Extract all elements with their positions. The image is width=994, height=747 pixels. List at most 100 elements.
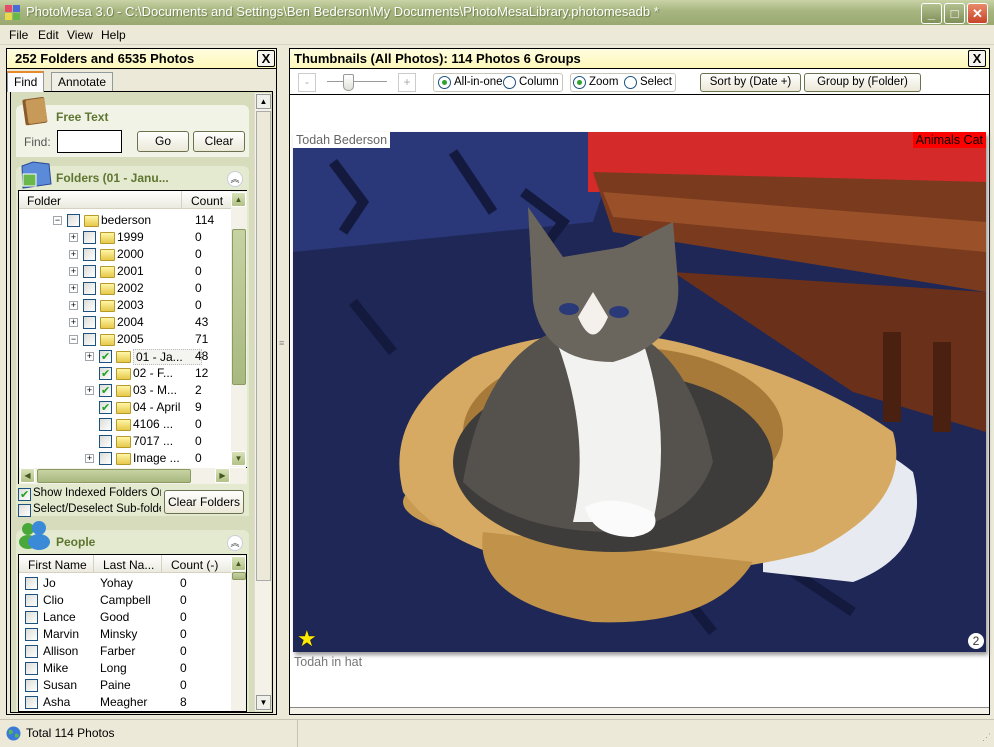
folder-checkbox[interactable] <box>83 248 96 261</box>
scroll-left-icon[interactable]: ◀ <box>20 468 35 483</box>
folder-checkbox[interactable] <box>99 367 112 380</box>
folder-checkbox[interactable] <box>99 435 112 448</box>
folder-row[interactable]: − bederson 114 <box>19 212 231 229</box>
tab-find[interactable]: Find <box>7 71 45 92</box>
folder-checkbox[interactable] <box>83 333 96 346</box>
folder-row[interactable]: 4106 ... 0 <box>19 416 231 433</box>
col-count[interactable]: Count <box>191 194 223 208</box>
expand-icon[interactable]: + <box>85 454 94 463</box>
star-icon[interactable]: ★ <box>297 626 317 652</box>
collapse-icon[interactable]: − <box>69 335 78 344</box>
zoom-slider[interactable] <box>327 81 387 84</box>
folder-row[interactable]: +2004 43 <box>19 314 231 331</box>
find-input[interactable] <box>57 130 122 153</box>
panel-splitter[interactable]: ≡ <box>278 48 288 715</box>
folder-row[interactable]: +2002 0 <box>19 280 231 297</box>
person-checkbox[interactable] <box>25 645 38 658</box>
person-row[interactable]: Jo Yohay 0 <box>19 575 231 592</box>
scroll-up-icon[interactable]: ▲ <box>231 556 246 571</box>
col-last-name[interactable]: Last Na... <box>103 558 154 572</box>
resize-grip-icon[interactable]: ⋰ <box>982 732 991 743</box>
folder-checkbox[interactable] <box>83 299 96 312</box>
person-row[interactable]: Marvin Minsky 0 <box>19 626 231 643</box>
clear-folders-button[interactable]: Clear Folders <box>164 490 244 514</box>
close-button[interactable]: ✕ <box>967 3 988 24</box>
person-row[interactable]: Asha Meagher 8 <box>19 694 231 711</box>
expand-icon[interactable]: + <box>69 233 78 242</box>
folder-checkbox[interactable] <box>83 265 96 278</box>
folder-row[interactable]: +2003 0 <box>19 297 231 314</box>
people-scrollbar[interactable]: ▲ <box>231 555 246 711</box>
all-in-one-label[interactable]: All-in-one <box>454 76 503 88</box>
go-button[interactable]: Go <box>137 131 189 152</box>
scroll-thumb[interactable] <box>232 229 246 385</box>
expand-icon[interactable]: + <box>85 386 94 395</box>
expand-icon[interactable]: + <box>69 318 78 327</box>
person-checkbox[interactable] <box>25 662 38 675</box>
folder-row[interactable]: +1999 0 <box>19 229 231 246</box>
collapse-folders-icon[interactable]: ︽ <box>227 171 243 187</box>
folder-tree-vscrollbar[interactable]: ▲ ▼ <box>231 191 247 467</box>
expand-icon[interactable]: + <box>69 284 78 293</box>
person-checkbox[interactable] <box>25 611 38 624</box>
col-folder[interactable]: Folder <box>27 194 61 208</box>
menu-view[interactable]: View <box>67 28 93 42</box>
person-row[interactable]: Mike Long 0 <box>19 660 231 677</box>
scroll-up-icon[interactable]: ▲ <box>231 192 246 207</box>
expand-icon[interactable]: + <box>69 267 78 276</box>
all-in-one-radio[interactable] <box>438 76 451 89</box>
folder-row[interactable]: 7017 ... 0 <box>19 433 231 450</box>
person-row[interactable]: Allison Farber 0 <box>19 643 231 660</box>
scroll-right-icon[interactable]: ▶ <box>215 468 230 483</box>
folder-checkbox[interactable] <box>99 418 112 431</box>
column-label[interactable]: Column <box>519 76 559 88</box>
person-row[interactable]: Clio Campbell 0 <box>19 592 231 609</box>
folder-checkbox[interactable] <box>99 401 112 414</box>
zoom-out-button[interactable]: - <box>298 73 316 92</box>
scroll-thumb[interactable] <box>256 111 271 581</box>
folder-checkbox[interactable] <box>99 452 112 465</box>
column-radio[interactable] <box>503 76 516 89</box>
select-label[interactable]: Select <box>640 76 672 88</box>
scroll-thumb[interactable] <box>37 469 191 483</box>
zoom-label[interactable]: Zoom <box>589 76 618 88</box>
show-indexed-checkbox[interactable] <box>18 488 31 501</box>
group-button[interactable]: Group by (Folder) <box>804 73 921 92</box>
folder-checkbox[interactable] <box>83 282 96 295</box>
scroll-up-icon[interactable]: ▲ <box>256 94 271 109</box>
collapse-people-icon[interactable]: ︽ <box>227 535 243 551</box>
col-first-name[interactable]: First Name <box>28 558 87 572</box>
person-checkbox[interactable] <box>25 696 38 709</box>
left-panel-scrollbar[interactable]: ▲ ▼ <box>254 93 271 711</box>
category-tag[interactable]: Animals Cat <box>912 132 986 148</box>
folder-checkbox[interactable] <box>99 350 112 363</box>
expand-icon[interactable]: + <box>85 352 94 361</box>
folder-checkbox[interactable] <box>83 316 96 329</box>
folder-checkbox[interactable] <box>99 384 112 397</box>
person-checkbox[interactable] <box>25 594 38 607</box>
tab-annotate[interactable]: Annotate <box>51 72 114 91</box>
folder-row[interactable]: +03 - M... 2 <box>19 382 231 399</box>
photo-thumbnail[interactable]: Todah Bederson Animals Cat ★ 2 <box>293 132 986 652</box>
minimize-button[interactable]: _ <box>921 3 942 24</box>
folder-row[interactable]: + Image ... 0 <box>19 450 231 467</box>
zoom-radio[interactable] <box>573 76 586 89</box>
select-radio[interactable] <box>624 76 637 89</box>
folder-row[interactable]: 02 - F... 12 <box>19 365 231 382</box>
folder-checkbox[interactable] <box>83 231 96 244</box>
thumbnails-hscrollbar[interactable] <box>290 707 989 714</box>
person-row[interactable]: Susan Paine 0 <box>19 677 231 694</box>
person-checkbox[interactable] <box>25 577 38 590</box>
menu-help[interactable]: Help <box>101 28 126 42</box>
clear-button[interactable]: Clear <box>193 131 245 152</box>
expand-icon[interactable]: + <box>69 301 78 310</box>
expand-icon[interactable]: + <box>69 250 78 259</box>
folder-tree-hscrollbar[interactable]: ◀ ▶ <box>19 468 247 484</box>
scroll-thumb[interactable] <box>232 572 246 580</box>
scroll-down-icon[interactable]: ▼ <box>231 451 246 466</box>
folder-row[interactable]: +2001 0 <box>19 263 231 280</box>
person-tag[interactable]: Todah Bederson <box>293 132 391 148</box>
folder-row[interactable]: 04 - April 9 <box>19 399 231 416</box>
col-count[interactable]: Count (-) <box>171 558 218 572</box>
folder-row[interactable]: +01 - Ja...48 <box>19 348 231 365</box>
